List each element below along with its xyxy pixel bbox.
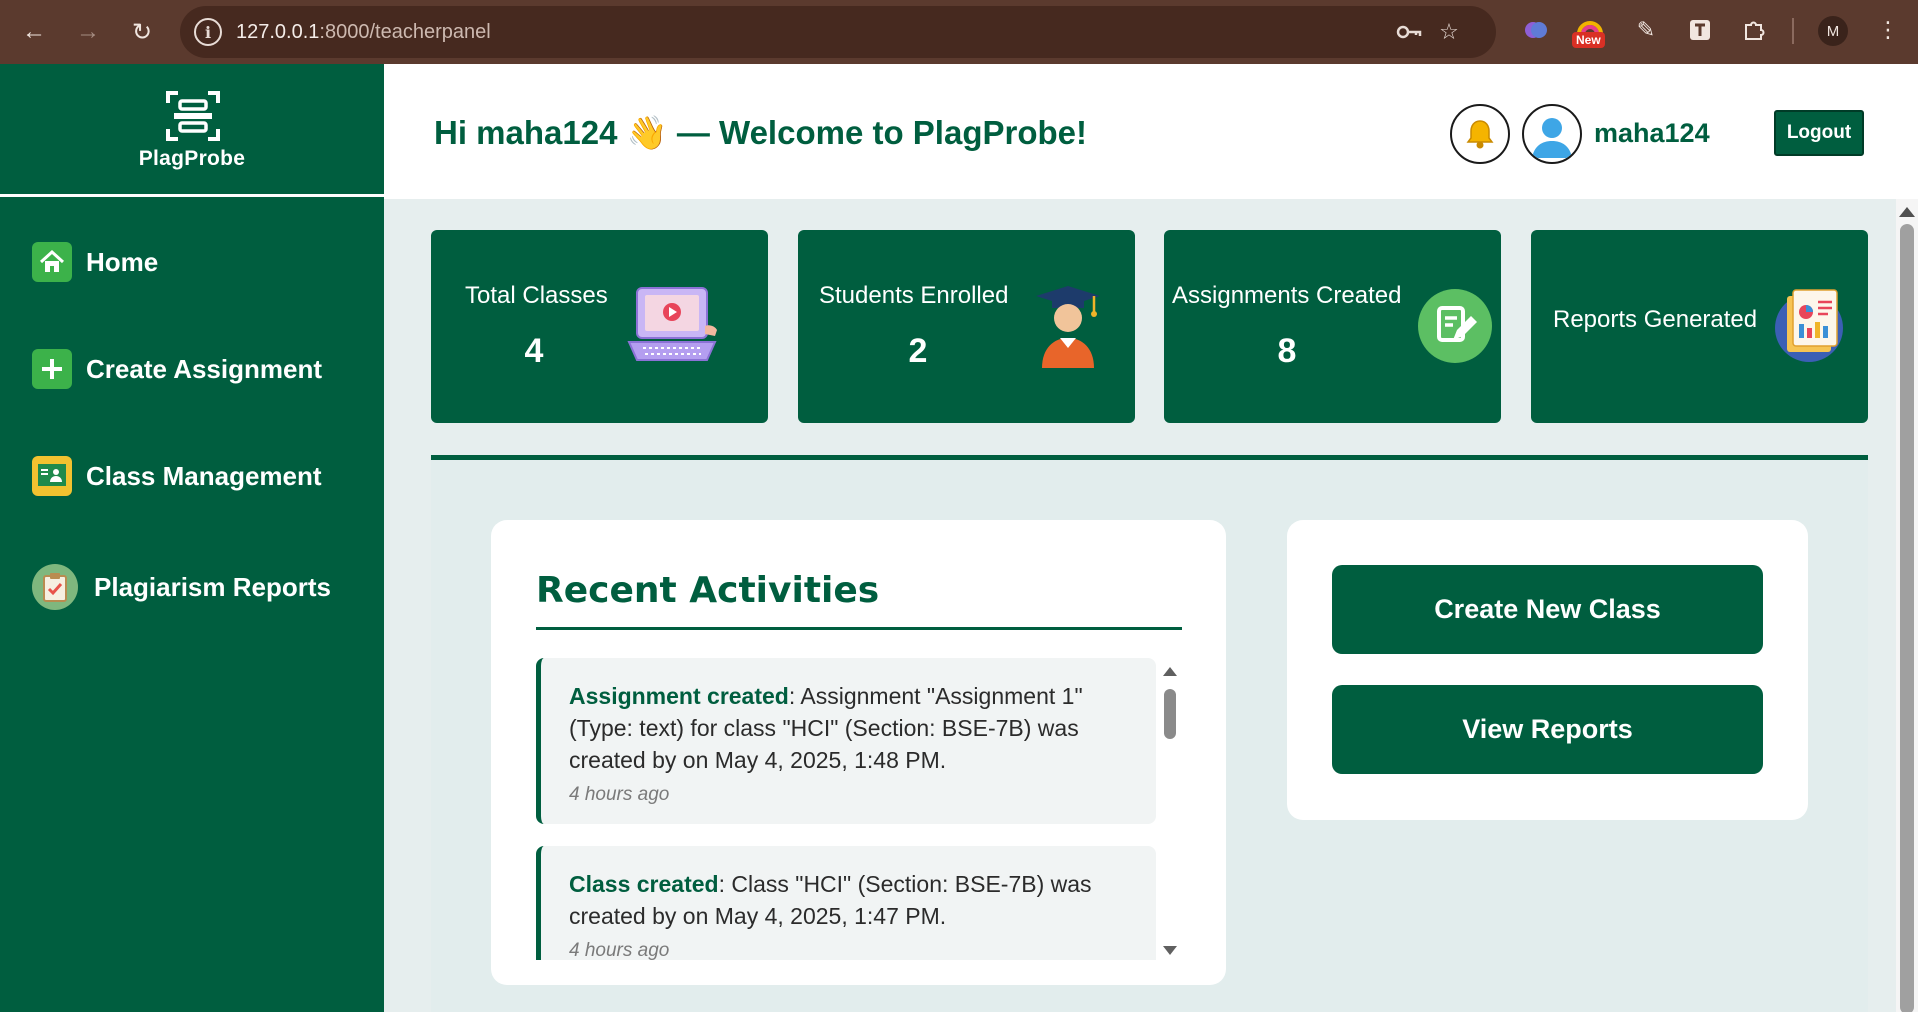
avatar[interactable]	[1522, 104, 1582, 164]
profile-avatar[interactable]: M	[1818, 16, 1848, 46]
page-scrollbar-thumb[interactable]	[1900, 224, 1914, 1012]
page-title: Hi maha124 👋 — Welcome to PlagProbe!	[434, 114, 1087, 151]
stat-value: 8	[1277, 332, 1297, 370]
sidebar: PlagProbe Home Create Assignment Class M…	[0, 64, 384, 1012]
sidebar-item-label: Create Assignment	[86, 353, 322, 384]
title-underline	[536, 627, 1182, 630]
classroom-icon	[32, 456, 72, 496]
chrome-menu-icon[interactable]: ⋮	[1874, 16, 1902, 44]
create-new-class-button[interactable]: Create New Class	[1332, 565, 1763, 654]
extensions-puzzle-icon[interactable]	[1740, 16, 1768, 44]
sidebar-item-label: Home	[86, 246, 159, 277]
list-scroll-down-icon[interactable]	[1163, 946, 1177, 955]
activity-text: Class created: Class "HCI" (Section: BSE…	[569, 868, 1130, 932]
sidebar-item-label: Class Management	[86, 460, 322, 491]
list-scrollbar-thumb[interactable]	[1164, 689, 1176, 739]
list-item: Assignment created: Assignment "Assignme…	[536, 658, 1156, 824]
new-badge: New	[1572, 32, 1605, 48]
key-icon[interactable]	[1396, 19, 1422, 45]
section-title: Recent Activities	[536, 570, 880, 611]
stat-label: Assignments Created	[1172, 282, 1402, 309]
url-text[interactable]: 127.0.0.1:8000/teacherpanel	[236, 21, 491, 44]
address-bar[interactable]: i 127.0.0.1:8000/teacherpanel ☆	[180, 6, 1496, 58]
bookmark-star-icon[interactable]: ☆	[1436, 19, 1462, 45]
edit-document-icon	[1417, 288, 1493, 369]
stat-value: 4	[524, 332, 544, 370]
activity-time: 4 hours ago	[569, 784, 670, 805]
logo-text: PlagProbe	[138, 147, 246, 170]
back-icon[interactable]: ←	[16, 14, 52, 50]
logo[interactable]: PlagProbe	[0, 64, 384, 197]
list-scroll-up-icon[interactable]	[1163, 667, 1177, 676]
stat-card-assignments-created: Assignments Created 8	[1164, 230, 1501, 423]
clipboard-icon	[32, 564, 78, 610]
page-scroll-up-icon[interactable]	[1899, 207, 1915, 217]
plus-icon	[32, 349, 72, 389]
activity-time: 4 hours ago	[569, 940, 670, 960]
scan-logo-icon	[164, 87, 220, 143]
site-info-icon[interactable]: i	[194, 18, 222, 46]
laptop-video-icon	[627, 286, 723, 371]
brain-extension-icon[interactable]	[1522, 16, 1550, 44]
report-charts-icon	[1773, 286, 1849, 371]
list-item: Class created: Class "HCI" (Section: BSE…	[536, 846, 1156, 960]
header-username: maha124	[1594, 118, 1710, 148]
view-reports-button[interactable]: View Reports	[1332, 685, 1763, 774]
forward-icon[interactable]: →	[70, 14, 106, 50]
stat-card-reports-generated: Reports Generated	[1531, 230, 1868, 423]
reload-icon[interactable]: ↻	[124, 14, 160, 50]
recent-activities-card: Recent Activities Assignment created: As…	[491, 520, 1226, 985]
activity-kind: Class created	[569, 871, 719, 897]
sidebar-item-class-management[interactable]: Class Management	[32, 456, 322, 496]
activities-list[interactable]: Assignment created: Assignment "Assignme…	[536, 658, 1156, 960]
home-icon	[32, 242, 72, 282]
stat-label: Total Classes	[465, 282, 608, 309]
text-extension-icon[interactable]	[1686, 16, 1714, 44]
stat-value: 2	[908, 332, 928, 370]
stat-label: Reports Generated	[1553, 306, 1758, 333]
header: Hi maha124 👋 — Welcome to PlagProbe! mah…	[384, 64, 1918, 199]
stat-card-students-enrolled: Students Enrolled 2	[798, 230, 1135, 423]
sidebar-item-plagiarism-reports[interactable]: Plagiarism Reports	[32, 564, 331, 610]
browser-toolbar: ← → ↻ i 127.0.0.1:8000/teacherpanel ☆ Ne…	[0, 0, 1918, 64]
logout-button[interactable]: Logout	[1774, 110, 1864, 156]
notification-bell-icon[interactable]	[1450, 104, 1510, 164]
toolbar-separator	[1792, 18, 1794, 44]
eyedropper-icon[interactable]: ✎	[1632, 16, 1660, 44]
sidebar-item-create-assignment[interactable]: Create Assignment	[32, 349, 322, 389]
sidebar-item-label: Plagiarism Reports	[94, 571, 331, 602]
stat-label: Students Enrolled	[819, 282, 1009, 309]
activity-text: Assignment created: Assignment "Assignme…	[569, 680, 1130, 776]
activity-kind: Assignment created	[569, 683, 789, 709]
graduate-icon	[1032, 284, 1104, 373]
sidebar-item-home[interactable]: Home	[32, 242, 158, 282]
stat-card-total-classes: Total Classes 4	[431, 230, 768, 423]
